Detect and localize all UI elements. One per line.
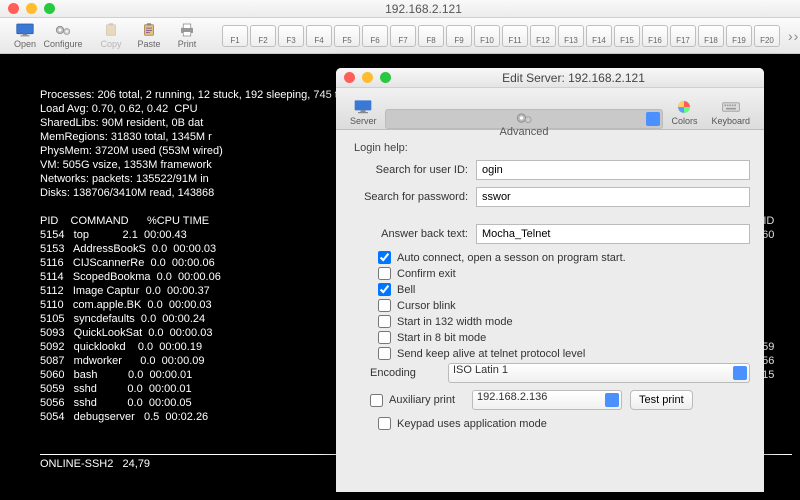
fkey-f13[interactable]: F13 bbox=[558, 25, 584, 47]
fkey-f4[interactable]: F4 bbox=[306, 25, 332, 47]
fkey-f12[interactable]: F12 bbox=[530, 25, 556, 47]
minimize-window-button[interactable] bbox=[26, 3, 37, 14]
dialog-window-controls bbox=[344, 72, 391, 83]
fkey-f8[interactable]: F8 bbox=[418, 25, 444, 47]
tab-server-label: Server bbox=[350, 116, 377, 126]
fkey-f11[interactable]: F11 bbox=[502, 25, 528, 47]
user-id-label: Search for user ID: bbox=[350, 164, 468, 176]
aux-print-checkbox[interactable]: Auxiliary print bbox=[370, 394, 464, 407]
clipboard-paste-icon bbox=[139, 22, 159, 38]
dialog-zoom-button[interactable] bbox=[380, 72, 391, 83]
fkey-f19[interactable]: F19 bbox=[726, 25, 752, 47]
encoding-label: Encoding bbox=[370, 367, 440, 379]
printer-icon bbox=[177, 22, 197, 38]
confirm-exit-checkbox[interactable]: Confirm exit bbox=[378, 267, 750, 280]
cursor-blink-checkbox[interactable]: Cursor blink bbox=[378, 299, 750, 312]
fkey-f14[interactable]: F14 bbox=[586, 25, 612, 47]
function-keys: F1F2F3F4F5F6F7F8F9F10F11F12F13F14F15F16F… bbox=[222, 25, 780, 47]
start-132-checkbox[interactable]: Start in 132 width mode bbox=[378, 315, 750, 328]
open-button[interactable]: Open bbox=[8, 22, 42, 49]
password-label: Search for password: bbox=[350, 191, 468, 203]
print-button[interactable]: Print bbox=[170, 22, 204, 49]
test-print-button[interactable]: Test print bbox=[630, 390, 693, 410]
paste-label: Paste bbox=[137, 39, 160, 49]
tab-advanced-label: Advanced bbox=[500, 126, 549, 138]
configure-label: Configure bbox=[43, 39, 82, 49]
tab-colors[interactable]: Colors bbox=[665, 95, 703, 129]
encoding-select[interactable]: ISO Latin 1▴▾ bbox=[448, 363, 750, 383]
dialog-tabs: Server Advanced Colors Keyboard bbox=[336, 88, 764, 130]
fkey-f7[interactable]: F7 bbox=[390, 25, 416, 47]
aux-print-label: Auxiliary print bbox=[389, 394, 455, 406]
keypad-app-checkbox[interactable]: Keypad uses application mode bbox=[378, 417, 750, 430]
print-label: Print bbox=[178, 39, 197, 49]
edit-server-dialog: Edit Server: 192.168.2.121 Server Advanc… bbox=[336, 68, 764, 492]
fkey-f6[interactable]: F6 bbox=[362, 25, 388, 47]
gears-icon bbox=[53, 22, 73, 38]
start-8bit-label: Start in 8 bit mode bbox=[397, 332, 486, 344]
monitor-icon bbox=[15, 22, 35, 38]
password-field[interactable] bbox=[476, 187, 750, 207]
tab-keyboard-label: Keyboard bbox=[711, 116, 750, 126]
tab-colors-label: Colors bbox=[671, 116, 697, 126]
fkey-f20[interactable]: F20 bbox=[754, 25, 780, 47]
auto-connect-label: Auto connect, open a sesson on program s… bbox=[397, 252, 626, 264]
user-id-field[interactable] bbox=[476, 160, 750, 180]
keypad-app-label: Keypad uses application mode bbox=[397, 418, 547, 430]
login-help-label: Login help: bbox=[354, 142, 750, 154]
fkey-f18[interactable]: F18 bbox=[698, 25, 724, 47]
paste-button[interactable]: Paste bbox=[132, 22, 166, 49]
copy-button[interactable]: Copy bbox=[94, 22, 128, 49]
toolbar: Open Configure Copy Paste Print F1F2F3F4… bbox=[0, 18, 800, 54]
tab-advanced[interactable]: Advanced bbox=[385, 109, 664, 129]
dialog-body: Login help: Search for user ID: Search f… bbox=[336, 130, 764, 443]
tab-server[interactable]: Server bbox=[344, 95, 383, 129]
bell-checkbox[interactable]: Bell bbox=[378, 283, 750, 296]
open-label: Open bbox=[14, 39, 36, 49]
dialog-titlebar: Edit Server: 192.168.2.121 bbox=[336, 68, 764, 88]
clipboard-copy-icon bbox=[101, 22, 121, 38]
dialog-title: Edit Server: 192.168.2.121 bbox=[391, 71, 756, 85]
main-titlebar: 192.168.2.121 bbox=[0, 0, 800, 18]
answer-back-field[interactable] bbox=[476, 224, 750, 244]
cursor-blink-label: Cursor blink bbox=[397, 300, 456, 312]
color-wheel-icon bbox=[673, 98, 695, 116]
fkey-f1[interactable]: F1 bbox=[222, 25, 248, 47]
answer-back-label: Answer back text: bbox=[350, 228, 468, 240]
fkey-f9[interactable]: F9 bbox=[446, 25, 472, 47]
fkey-f16[interactable]: F16 bbox=[642, 25, 668, 47]
keyboard-icon bbox=[720, 98, 742, 116]
window-controls bbox=[8, 3, 55, 14]
fkey-f2[interactable]: F2 bbox=[250, 25, 276, 47]
monitor-icon bbox=[352, 98, 374, 116]
start-8bit-checkbox[interactable]: Start in 8 bit mode bbox=[378, 331, 750, 344]
close-window-button[interactable] bbox=[8, 3, 19, 14]
fkey-f3[interactable]: F3 bbox=[278, 25, 304, 47]
dialog-minimize-button[interactable] bbox=[362, 72, 373, 83]
aux-print-select[interactable]: 192.168.2.136▴▾ bbox=[472, 390, 622, 410]
fkey-f15[interactable]: F15 bbox=[614, 25, 640, 47]
zoom-window-button[interactable] bbox=[44, 3, 55, 14]
dialog-close-button[interactable] bbox=[344, 72, 355, 83]
keepalive-checkbox[interactable]: Send keep alive at telnet protocol level bbox=[378, 347, 750, 360]
keepalive-label: Send keep alive at telnet protocol level bbox=[397, 348, 585, 360]
copy-label: Copy bbox=[100, 39, 121, 49]
fkey-f5[interactable]: F5 bbox=[334, 25, 360, 47]
fkey-f10[interactable]: F10 bbox=[474, 25, 500, 47]
confirm-exit-label: Confirm exit bbox=[397, 268, 456, 280]
bell-label: Bell bbox=[397, 284, 415, 296]
window-title: 192.168.2.121 bbox=[55, 2, 792, 16]
gears-icon bbox=[513, 110, 535, 126]
fkey-f17[interactable]: F17 bbox=[670, 25, 696, 47]
auto-connect-checkbox[interactable]: Auto connect, open a sesson on program s… bbox=[378, 251, 750, 264]
tab-keyboard[interactable]: Keyboard bbox=[705, 95, 756, 129]
toolbar-overflow-icon[interactable]: ›› bbox=[784, 28, 800, 44]
configure-button[interactable]: Configure bbox=[46, 22, 80, 49]
start-132-label: Start in 132 width mode bbox=[397, 316, 513, 328]
